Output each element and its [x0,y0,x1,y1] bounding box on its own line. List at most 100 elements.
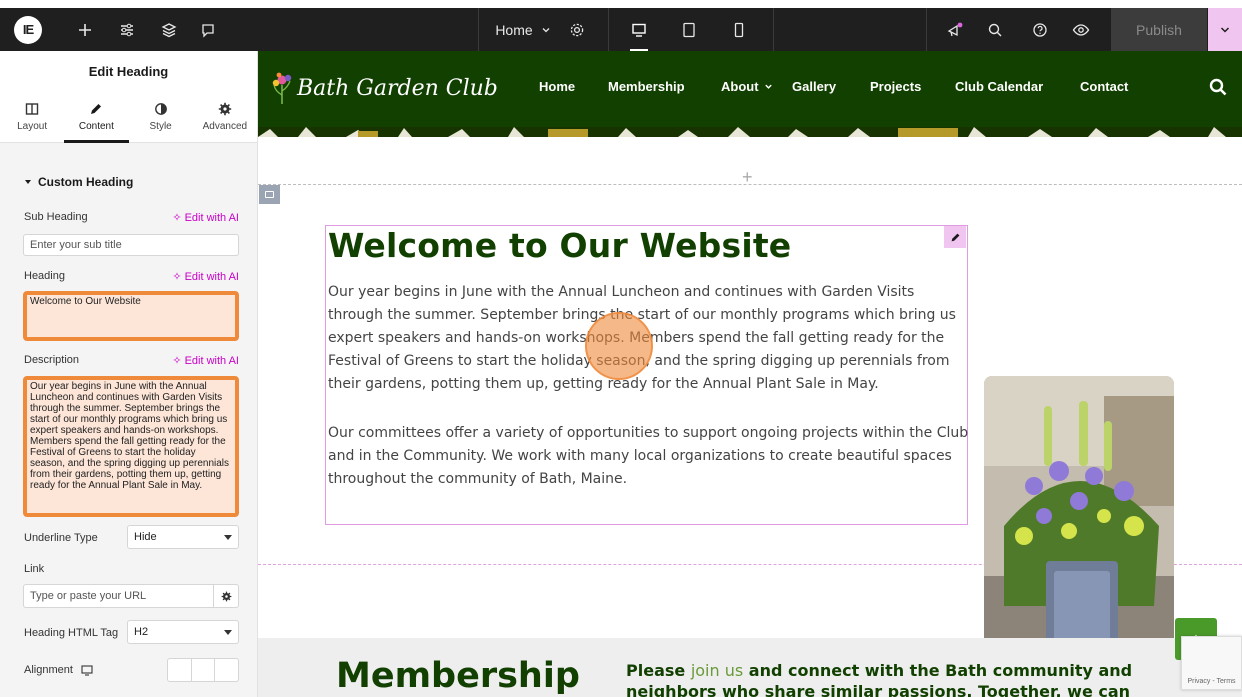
select-value: Hide [134,531,157,543]
eye-icon [1072,23,1090,36]
gear-icon [221,591,231,601]
tab-content[interactable]: Content [64,91,129,143]
align-center-button[interactable] [192,659,216,681]
empty-section-dropzone[interactable]: + [258,137,1242,188]
heading-textarea[interactable]: Welcome to Our Website [23,291,239,341]
sub-heading-input[interactable]: Enter your sub title [23,234,239,256]
layers-icon [161,22,177,37]
panel-tabs: Layout Content Style Advanced [0,91,257,143]
search-icon [1209,78,1227,96]
page-settings-button[interactable] [566,8,588,51]
html-tag-label: Heading HTML Tag [24,627,119,639]
help-button[interactable] [1029,8,1051,51]
link-input[interactable]: Type or paste your URL [23,584,213,608]
align-right-button[interactable] [215,659,238,681]
membership-text-pre: Please [626,661,691,680]
sparkle-icon: ✧ [172,355,182,367]
tab-advanced[interactable]: Advanced [193,91,257,142]
nav-about[interactable]: About [721,79,773,94]
description-label: Description [24,354,80,366]
gear-icon [218,102,232,115]
editor-panel: Edit Heading Layout Content Style Advanc… [0,51,258,697]
edit-widget-button[interactable] [944,226,966,248]
add-section-icon[interactable]: + [742,167,753,188]
tab-layout[interactable]: Layout [0,91,64,142]
ai-link-label: Edit with AI [184,354,239,367]
alignment-label: Alignment [24,664,73,676]
flower-logo-icon [272,72,292,104]
site-logo[interactable]: Bath Garden Club [271,71,498,105]
welcome-paragraph-2: Our committees offer a variety of opport… [328,425,969,487]
caret-down-icon [25,180,31,184]
caret-down-icon [224,629,232,635]
preview-button[interactable] [1070,8,1092,51]
membership-text: Please join us and connect with the Bath… [626,660,1186,697]
desktop-icon [81,664,93,676]
tab-label: Layout [17,120,48,132]
nav-gallery[interactable]: Gallery [792,79,836,94]
nav-projects[interactable]: Projects [870,79,921,94]
elementor-logo-icon: IE [14,15,42,44]
welcome-heading: Welcome to Our Website [328,226,792,265]
section-toggle-custom-heading[interactable]: Custom Heading [24,175,133,189]
html-tag-select[interactable]: H2 [127,620,239,644]
underline-type-select[interactable]: Hide [127,525,239,549]
add-element-button[interactable] [74,8,96,51]
ai-link-label: Edit with AI [184,211,239,224]
chevron-down-icon [542,27,550,32]
tab-label: Content [78,120,114,132]
click-indicator [585,312,653,380]
gear-icon [570,23,584,36]
plus-icon [79,23,91,36]
section-icon [265,191,274,198]
edit-with-ai-link[interactable]: ✧ Edit with AI [172,211,239,225]
elementor-menu-button[interactable]: IE [11,8,45,51]
join-us-link[interactable]: join us [691,661,743,680]
edit-with-ai-link[interactable]: ✧ Edit with AI [172,354,239,368]
link-label: Link [24,563,45,575]
link-options-button[interactable] [213,584,239,608]
publish-button[interactable]: Publish [1111,8,1207,51]
align-left-button[interactable] [168,659,192,681]
nav-home[interactable]: Home [539,79,575,94]
desktop-view-button[interactable] [622,8,656,51]
mobile-icon [734,22,744,37]
nav-membership[interactable]: Membership [608,79,685,94]
custom-heading-widget[interactable]: Welcome to Our Website Our year begins i… [325,225,968,525]
site-settings-button[interactable] [116,8,138,51]
sliders-icon [121,23,133,36]
tab-label: Advanced [202,120,248,132]
divider [926,8,927,51]
page-selector[interactable]: Home [478,8,568,51]
search-icon [988,23,1002,36]
heading-label: Heading [24,270,65,282]
sparkle-icon: ✧ [172,271,182,283]
site-search-button[interactable] [1208,77,1228,102]
help-icon [1033,22,1047,37]
edit-with-ai-link[interactable]: ✧ Edit with AI [172,270,239,284]
select-value: H2 [134,626,149,638]
whats-new-button[interactable] [943,8,967,51]
sparkle-icon: ✧ [172,212,182,224]
mobile-view-button[interactable] [724,8,754,51]
notes-button[interactable] [197,8,219,51]
caret-down-icon [224,534,232,540]
search-button[interactable] [984,8,1006,51]
nav-club-calendar[interactable]: Club Calendar [955,79,1043,94]
desktop-icon [632,23,646,37]
site-header: Bath Garden Club Home Membership About G… [258,51,1242,127]
pencil-icon [951,233,959,241]
description-textarea[interactable]: Our year begins in June with the Annual … [23,376,239,517]
divider [773,8,774,51]
nav-contact[interactable]: Contact [1080,79,1128,94]
alignment-label-row: Alignment [24,664,93,676]
tablet-icon [683,22,695,37]
membership-section: Membership Please join us and connect wi… [258,638,1242,697]
publish-options-button[interactable] [1208,8,1242,51]
tab-style[interactable]: Style [129,91,193,142]
nav-label: About [721,79,759,94]
tablet-view-button[interactable] [674,8,704,51]
recaptcha-badge[interactable]: Privacy - Terms [1181,636,1242,690]
alignment-control [167,658,239,682]
structure-button[interactable] [158,8,180,51]
